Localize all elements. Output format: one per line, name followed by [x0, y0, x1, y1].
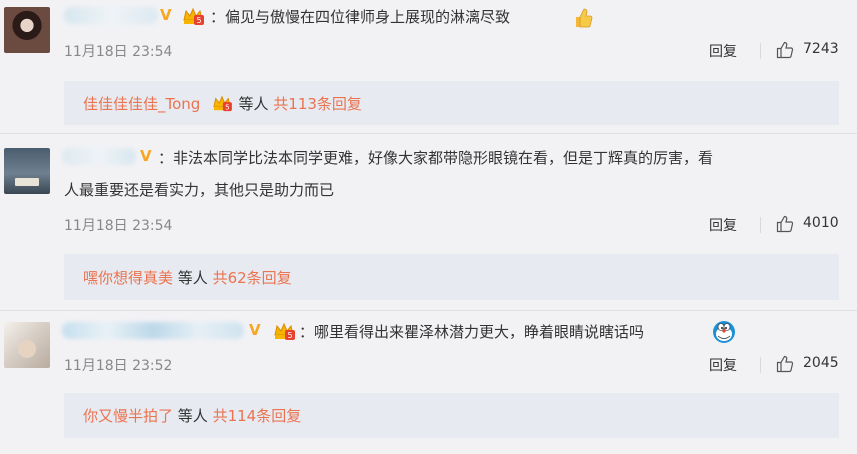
like-count: 4010 — [803, 215, 839, 231]
like-count: 7243 — [803, 41, 839, 57]
username-blurred[interactable] — [64, 7, 158, 24]
divider — [760, 357, 761, 373]
username-blurred[interactable] — [62, 322, 244, 339]
comment-time: 11月18日 23:54 — [64, 44, 173, 60]
comment-text: ：非法本同学比法本同学更难，好像大家都带隐形眼镜在看，但是丁辉真的厉害，看 — [158, 149, 714, 167]
like-icon[interactable] — [776, 215, 794, 233]
comment-time: 11月18日 23:54 — [64, 218, 173, 234]
avatar[interactable] — [4, 148, 50, 194]
reply-user-link[interactable]: 嘿你想得真美 — [83, 269, 173, 287]
verified-badge-icon: V — [140, 147, 152, 165]
divider — [0, 133, 857, 134]
reply-button[interactable]: 回复 — [709, 355, 737, 375]
replies-summary[interactable]: 你又慢半拍了 等人 共114条回复 — [64, 393, 839, 438]
verified-badge-icon: V — [160, 6, 172, 24]
reply-button[interactable]: 回复 — [709, 41, 737, 61]
replies-summary[interactable]: 佳佳佳佳佳_Tong 5 等人 共113条回复 — [64, 81, 839, 125]
comment-text: ：哪里看得出来瞿泽林潜力更大，睁着眼睛说瞎话吗 — [299, 323, 645, 341]
reply-summary-mid: 等人 — [238, 95, 274, 113]
replies-summary[interactable]: 嘿你想得真美 等人 共62条回复 — [64, 254, 839, 300]
username-blurred[interactable] — [62, 148, 136, 165]
svg-text:5: 5 — [226, 102, 231, 111]
doraemon-icon — [713, 321, 735, 343]
reply-button[interactable]: 回复 — [709, 215, 737, 235]
verified-badge-icon: V — [249, 321, 261, 339]
reply-user-link[interactable]: 佳佳佳佳佳_Tong — [83, 95, 200, 113]
comment-feed: V 5 ：偏见与傲慢在四位律师身上展现的淋漓尽致 11月18日 23:54 回复… — [0, 0, 857, 454]
comment-text: ：偏见与傲慢在四位律师身上展现的淋漓尽致 — [210, 8, 511, 26]
vip-crown-icon: 5 — [183, 7, 204, 25]
svg-text:5: 5 — [287, 331, 292, 340]
reply-count-link[interactable]: 共113条回复 — [273, 95, 362, 113]
comment-text: 人最重要还是看实力，其他只是助力而已 — [64, 181, 335, 199]
thumbs-up-icon — [576, 8, 593, 28]
divider — [0, 310, 857, 311]
reply-user-link[interactable]: 你又慢半拍了 — [83, 407, 173, 425]
reply-summary-mid: 等人 — [173, 407, 213, 425]
like-icon[interactable] — [776, 355, 794, 373]
like-count: 2045 — [803, 355, 839, 371]
vip-crown-icon: 5 — [213, 95, 233, 111]
vip-crown-icon: 5 — [274, 322, 295, 340]
comment-time: 11月18日 23:52 — [64, 358, 173, 374]
divider — [760, 217, 761, 233]
reply-summary-mid: 等人 — [173, 269, 213, 287]
reply-count-link[interactable]: 共114条回复 — [213, 407, 302, 425]
avatar[interactable] — [4, 322, 50, 368]
divider — [760, 43, 761, 59]
svg-text:5: 5 — [196, 16, 201, 25]
reply-count-link[interactable]: 共62条回复 — [213, 269, 292, 287]
like-icon[interactable] — [776, 41, 794, 59]
avatar[interactable] — [4, 7, 50, 53]
